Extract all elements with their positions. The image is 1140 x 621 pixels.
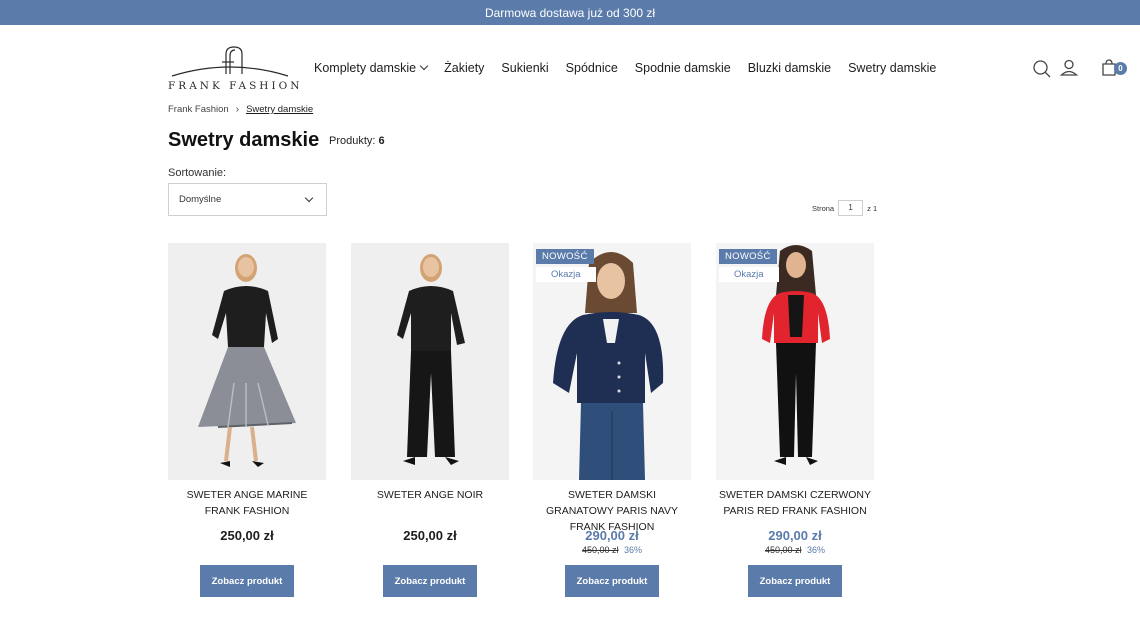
old-price: 450,00 zł (764, 545, 802, 555)
discount-percent: 36% (807, 545, 826, 555)
product-image[interactable] (168, 243, 326, 480)
product-price: 290,00 zł (585, 528, 639, 543)
breadcrumb-current[interactable]: Swetry damskie (246, 104, 313, 115)
chevron-down-icon (304, 193, 314, 203)
nav-item-bluzki[interactable]: Bluzki damskie (748, 61, 831, 75)
product-card[interactable]: NOWOŚĆ Okazja SWETER DAMSKI CZERWONY PAR… (716, 243, 874, 597)
product-card[interactable]: NOWOŚĆ Okazja SWETER DAMSKI GRANATOWY PA… (533, 243, 691, 597)
product-image[interactable] (351, 243, 509, 480)
main-nav: Komplety damskie Żakiety Sukienki Spódni… (314, 59, 953, 77)
chevron-right-icon: › (235, 104, 240, 115)
product-count: Produkty: 6 (329, 135, 385, 147)
announcement-text: Darmowa dostawa już od 300 zł (484, 5, 656, 20)
product-price: 290,00 zł (768, 528, 822, 543)
old-price: 450,00 zł (581, 545, 619, 555)
product-name[interactable]: SWETER DAMSKI CZERWONY PARIS RED FRANK F… (716, 487, 874, 521)
badge-sale: Okazja (719, 267, 779, 282)
old-price-row: 450,00 zł 36% (716, 545, 874, 555)
logo-mark (171, 46, 289, 77)
cart-count-badge: 0 (1114, 62, 1127, 75)
product-card[interactable]: SWETER ANGE MARINE FRANK FASHION 250,00 … (168, 243, 326, 597)
product-price: 250,00 zł (220, 528, 274, 543)
badge-sale: Okazja (536, 267, 596, 282)
old-price-row: 450,00 zł 36% (533, 545, 691, 555)
nav-item-swetry[interactable]: Swetry damskie (848, 61, 936, 75)
nav-item-zakiety[interactable]: Żakiety (444, 61, 484, 75)
product-price: 250,00 zł (403, 528, 457, 543)
search-icon[interactable] (1031, 58, 1053, 80)
sort-label: Sortowanie: (168, 167, 227, 179)
logo[interactable]: FRANK FASHION (168, 44, 299, 94)
view-product-button[interactable]: Zobacz produkt (200, 565, 294, 597)
logo-text: FRANK FASHION (168, 80, 303, 92)
sort-value: Domyślne (179, 194, 222, 205)
page-input[interactable]: 1 (838, 200, 864, 216)
product-name[interactable]: SWETER ANGE NOIR (351, 487, 509, 521)
product-count-value: 6 (378, 135, 385, 147)
product-name[interactable]: SWETER ANGE MARINE FRANK FASHION (168, 487, 326, 521)
nav-item-sukienki[interactable]: Sukienki (501, 61, 548, 75)
sort-select[interactable]: Domyślne (168, 183, 327, 216)
announcement-bar: Darmowa dostawa już od 300 zł (0, 0, 1140, 25)
view-product-button[interactable]: Zobacz produkt (748, 565, 842, 597)
view-product-button[interactable]: Zobacz produkt (565, 565, 659, 597)
nav-item-komplety[interactable]: Komplety damskie (314, 61, 429, 75)
view-product-button[interactable]: Zobacz produkt (383, 565, 477, 597)
user-icon[interactable] (1058, 58, 1080, 80)
product-image[interactable]: NOWOŚĆ Okazja (716, 243, 874, 480)
breadcrumb: Frank Fashion › Swetry damskie (168, 104, 313, 115)
pager-total: z 1 (867, 203, 878, 213)
nav-item-label: Komplety damskie (314, 61, 417, 75)
product-name[interactable]: SWETER DAMSKI GRANATOWY PARIS NAVY FRANK… (533, 487, 691, 533)
discount-percent: 36% (624, 545, 643, 555)
pager: Strona 1 z 1 (812, 200, 877, 216)
product-card[interactable]: SWETER ANGE NOIR 250,00 zł Zobacz produk… (351, 243, 509, 597)
page-title: Swetry damskie (168, 129, 320, 151)
product-count-label: Produkty: (329, 135, 376, 147)
badge-new: NOWOŚĆ (719, 249, 777, 264)
product-image[interactable]: NOWOŚĆ Okazja (533, 243, 691, 480)
badge-new: NOWOŚĆ (536, 249, 594, 264)
nav-item-spodnie[interactable]: Spodnie damskie (635, 61, 731, 75)
pager-label: Strona (812, 203, 835, 213)
breadcrumb-home[interactable]: Frank Fashion (168, 104, 229, 115)
nav-item-spodnice[interactable]: Spódnice (566, 61, 618, 75)
chevron-down-icon (419, 61, 429, 71)
